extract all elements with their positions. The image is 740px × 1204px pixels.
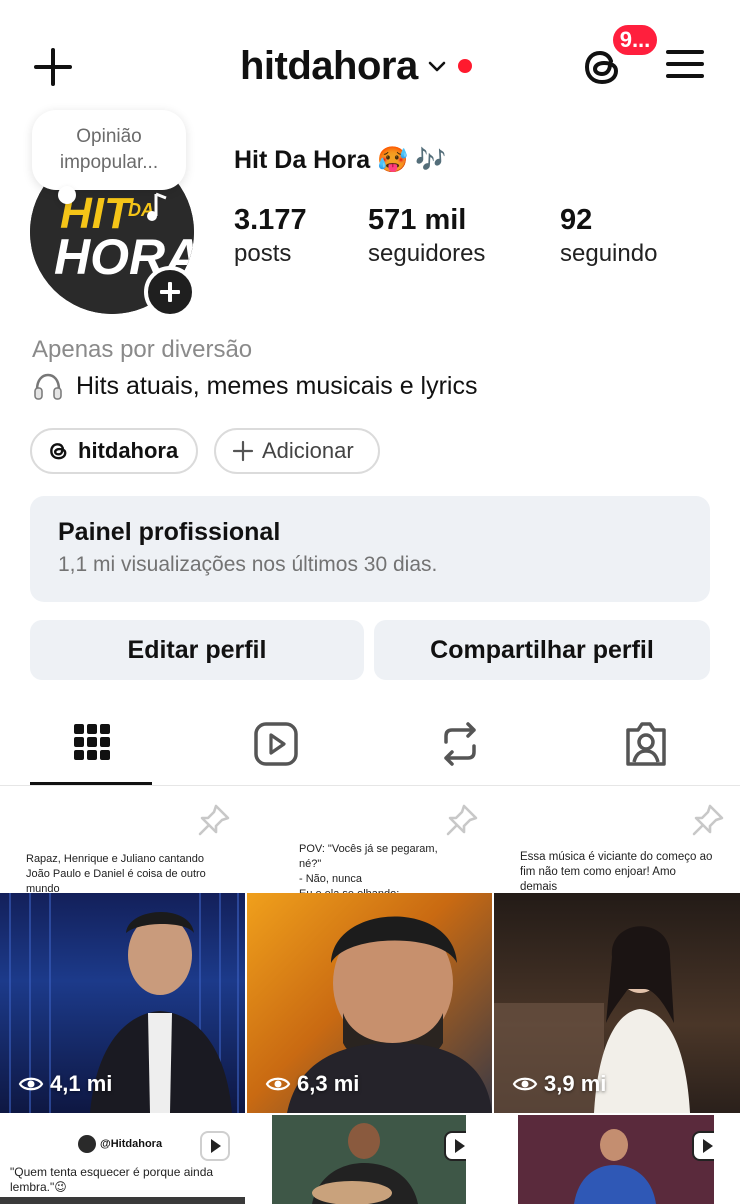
create-post-button[interactable] (30, 44, 76, 90)
caption-line: POV: "Vocês já se pegaram, né?" (299, 843, 438, 870)
pin-icon (692, 804, 724, 836)
post-caption: Rapaz, Henrique e Juliano cantando João … (26, 853, 206, 895)
stat-following[interactable]: 92 seguindo (560, 202, 657, 270)
notification-badge[interactable]: 9... (610, 22, 660, 58)
threads-icon (50, 443, 67, 460)
post-thumbnail[interactable] (518, 1115, 714, 1204)
view-count: 3,9 mi (512, 1071, 606, 1097)
post-image (272, 1115, 466, 1204)
panel-title: Painel profissional (58, 518, 281, 546)
share-profile-button[interactable]: Compartilhar perfil (374, 620, 710, 680)
chevron-down-icon (428, 61, 446, 72)
tagged-icon[interactable] (622, 718, 670, 770)
post-thumbnail[interactable] (272, 1115, 466, 1204)
profile-header: hitdahora 9... (0, 0, 740, 120)
add-link-chip[interactable]: Adicionar (214, 428, 380, 474)
pin-icon (446, 804, 478, 836)
reel-icon (444, 1131, 466, 1161)
display-name: Hit Da Hora 🥵 🎶 (234, 146, 447, 174)
add-story-button[interactable] (144, 266, 196, 318)
stat-label: seguidores (368, 240, 486, 267)
bio-line: Hits atuais, memes musicais e lyrics (76, 371, 478, 400)
caption-line: - Não, nunca (299, 873, 362, 885)
eye-icon (18, 1077, 44, 1091)
note-bubble[interactable]: Opinião impopular... (32, 110, 186, 190)
profile-category: Apenas por diversão (32, 336, 253, 363)
bio-text: Hits atuais, memes musicais e lyrics (32, 370, 477, 402)
status-dot (457, 59, 472, 73)
post-image (518, 1115, 714, 1204)
hamburger-menu-icon[interactable] (664, 46, 706, 82)
view-count-text: 3,9 mi (544, 1071, 607, 1096)
note-tail (58, 186, 76, 204)
reposts-icon[interactable] (436, 718, 484, 770)
panel-subtitle: 1,1 mi visualizações nos últimos 30 dias… (58, 553, 438, 576)
username: hitdahora (240, 43, 418, 88)
view-count: 4,1 mi (18, 1071, 112, 1097)
post-thumbnail[interactable]: @Hitdahora "Quem tenta esquecer é porque… (0, 1115, 245, 1204)
stat-posts[interactable]: 3.177 posts (234, 202, 307, 270)
edit-profile-button[interactable]: Editar perfil (30, 620, 364, 680)
post-caption: "Quem tenta esquecer é porque ainda lemb… (10, 1165, 214, 1194)
note-line: Opinião (76, 126, 142, 147)
view-count-text: 6,3 mi (297, 1071, 360, 1096)
stat-value: 3.177 (234, 204, 307, 236)
note-line: impopular... (59, 152, 159, 173)
reels-icon[interactable] (252, 718, 300, 770)
post-handle: @Hitdahora (78, 1135, 162, 1153)
plus-icon (232, 440, 254, 462)
view-count-text: 4,1 mi (50, 1071, 113, 1096)
stat-label: posts (234, 240, 292, 267)
view-count: 6,3 mi (265, 1071, 359, 1097)
avatar (78, 1135, 96, 1153)
stat-followers[interactable]: 571 mil seguidores (368, 202, 485, 270)
professional-dashboard[interactable]: Painel profissional 1,1 mi visualizações… (30, 496, 710, 602)
eye-icon (265, 1077, 291, 1091)
eye-icon (512, 1077, 538, 1091)
tab-divider (0, 785, 740, 786)
reel-icon (692, 1131, 714, 1161)
account-switcher[interactable]: hitdahora (240, 38, 472, 94)
stat-value: 571 mil (368, 204, 467, 236)
chip-label: Adicionar (262, 438, 354, 463)
chip-label: hitdahora (78, 438, 179, 463)
stat-label: seguindo (560, 240, 658, 267)
post-image (0, 1197, 245, 1204)
threads-link-chip[interactable]: hitdahora (30, 428, 198, 474)
grid-icon[interactable] (68, 718, 116, 770)
headphones-icon (34, 373, 62, 400)
post-caption: Essa música é viciante do começo ao fim … (520, 851, 713, 893)
stat-value: 92 (560, 204, 593, 236)
reel-icon (200, 1131, 230, 1161)
pin-icon (198, 804, 230, 836)
handle-text: @Hitdahora (100, 1138, 163, 1150)
